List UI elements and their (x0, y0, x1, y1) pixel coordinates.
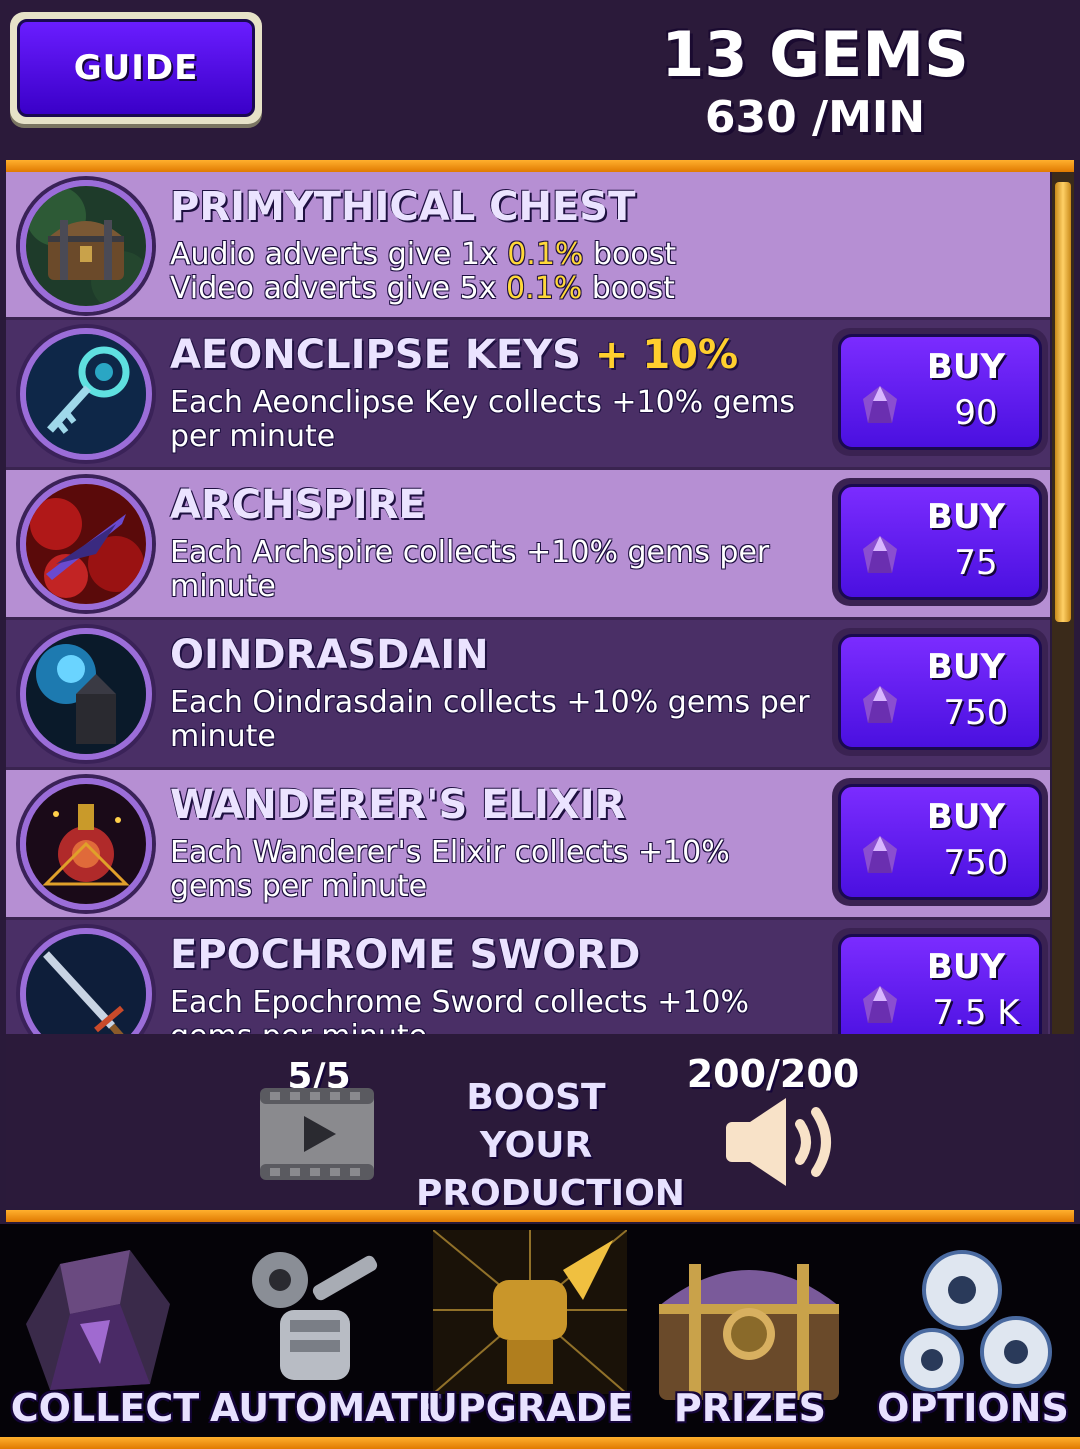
item-title: OINDRASDAIN (170, 632, 489, 678)
gem-icon (863, 686, 897, 723)
list-item: PRIMYTHICAL CHEST Audio adverts give 1x … (6, 172, 1050, 320)
gem-icon (863, 386, 897, 423)
gem-icon (863, 986, 897, 1023)
item-description: Audio adverts give 1x 0.1% boost Video a… (170, 238, 820, 306)
item-bonus: + 10% (594, 332, 739, 378)
nav-options[interactable]: OPTIONS (868, 1224, 1078, 1438)
nav-collect[interactable]: COLLECT (0, 1224, 210, 1438)
gears-icon (900, 1250, 1052, 1392)
elixir-icon (20, 778, 152, 910)
list-scrollbar[interactable] (1052, 172, 1074, 1034)
buy-label[interactable]: BUY (911, 347, 1021, 387)
treasure-chest-icon (20, 180, 152, 312)
guide-button[interactable]: GUIDE (10, 12, 262, 124)
speaker-icon[interactable] (720, 1092, 856, 1192)
nav-prizes[interactable]: PRIZES (645, 1224, 855, 1438)
archspire-icon (20, 478, 152, 610)
buy-button[interactable]: BUY 90 (832, 328, 1048, 456)
gem-icon (863, 836, 897, 873)
bottom-border (0, 1437, 1080, 1449)
item-description: Each Archspire collects +10% gems per mi… (170, 535, 770, 604)
list-item: EPOCHROME SWORD Each Epochrome Sword col… (6, 920, 1050, 1034)
prize-chest-icon (659, 1264, 839, 1400)
item-description: Each Oindrasdain collects +10% gems per … (170, 685, 810, 754)
buy-button[interactable]: BUY 75 (832, 478, 1048, 606)
nav-label[interactable]: UPGRADE (425, 1386, 635, 1430)
boost-panel: 5/5 BOOST YOUR PRODUCTION 200/200 (6, 1034, 1074, 1214)
nav-upgrade[interactable]: UPGRADE (425, 1224, 635, 1438)
buy-button[interactable]: BUY 750 (832, 778, 1048, 906)
item-title: EPOCHROME SWORD (170, 932, 641, 978)
list-item: WANDERER'S ELIXIR Each Wanderer's Elixir… (6, 770, 1050, 920)
nav-automate[interactable]: AUTOMATE (210, 1224, 443, 1438)
buy-price[interactable]: 75 (911, 543, 1041, 583)
desc-text: Video adverts give 5x (170, 271, 506, 306)
buy-price[interactable]: 750 (911, 843, 1041, 883)
buy-price[interactable]: 90 (911, 393, 1041, 433)
crystal-icon (26, 1250, 170, 1390)
nav-label[interactable]: AUTOMATE (210, 1386, 443, 1430)
gem-count: 13 GEMS (661, 18, 969, 91)
buy-button[interactable]: BUY 750 (832, 628, 1048, 756)
buy-price[interactable]: 7.5 K (911, 993, 1041, 1033)
desc-text: boost (583, 237, 677, 272)
desc-text: Audio adverts give 1x (170, 237, 508, 272)
nav-divider (6, 1210, 1074, 1222)
audio-boost-count: 200/200 (686, 1052, 860, 1096)
scrollbar-thumb[interactable] (1055, 182, 1071, 622)
nav-label[interactable]: PRIZES (645, 1386, 855, 1430)
desc-highlight: 0.1% (507, 237, 584, 272)
bottom-nav: COLLECT AUTOMATE UPGRADE PRIZES OPTIONS (0, 1224, 1080, 1438)
boost-line: BOOST YOUR (466, 1077, 606, 1166)
upgrade-list[interactable]: PRIMYTHICAL CHEST Audio adverts give 1x … (6, 172, 1050, 1034)
gem-icon (863, 536, 897, 573)
nav-label[interactable]: OPTIONS (868, 1386, 1078, 1430)
buy-label[interactable]: BUY (911, 497, 1021, 537)
desc-highlight: 0.1% (506, 271, 583, 306)
list-item: OINDRASDAIN Each Oindrasdain collects +1… (6, 620, 1050, 770)
robot-wrench-icon (252, 1252, 378, 1380)
list-item: AEONCLIPSE KEYS + 10% Each Aeonclipse Ke… (6, 320, 1050, 470)
item-description: Each Wanderer's Elixir collects +10% gem… (170, 835, 730, 904)
item-title: WANDERER'S ELIXIR (170, 782, 626, 828)
header: GUIDE 13 GEMS 630 /MIN (0, 0, 1080, 160)
sword-icon (20, 928, 152, 1034)
buy-label[interactable]: BUY (911, 947, 1021, 987)
item-title-text: AEONCLIPSE KEYS (170, 332, 581, 378)
item-description: Each Aeonclipse Key collects +10% gems p… (170, 385, 796, 454)
buy-label[interactable]: BUY (911, 797, 1021, 837)
buy-label[interactable]: BUY (911, 647, 1021, 687)
header-divider (6, 160, 1074, 172)
desc-text: boost (582, 271, 675, 306)
item-title: PRIMYTHICAL CHEST (170, 184, 636, 230)
oindrasdain-icon (20, 628, 152, 760)
buy-button[interactable]: BUY 7.5 K (832, 928, 1048, 1034)
video-ad-icon[interactable] (258, 1086, 376, 1182)
guide-button-label[interactable]: GUIDE (17, 19, 255, 117)
key-icon (20, 328, 152, 460)
list-item: ARCHSPIRE Each Archspire collects +10% g… (6, 470, 1050, 620)
nav-label[interactable]: COLLECT (0, 1386, 210, 1430)
gem-rate: 630 /MIN (704, 92, 926, 143)
fist-icon (433, 1230, 627, 1394)
item-description: Each Epochrome Sword collects +10% gems … (170, 985, 750, 1035)
item-title: ARCHSPIRE (170, 482, 426, 528)
boost-text: BOOST YOUR PRODUCTION (416, 1074, 685, 1218)
buy-price[interactable]: 750 (911, 693, 1041, 733)
item-title: AEONCLIPSE KEYS + 10% (170, 332, 738, 378)
